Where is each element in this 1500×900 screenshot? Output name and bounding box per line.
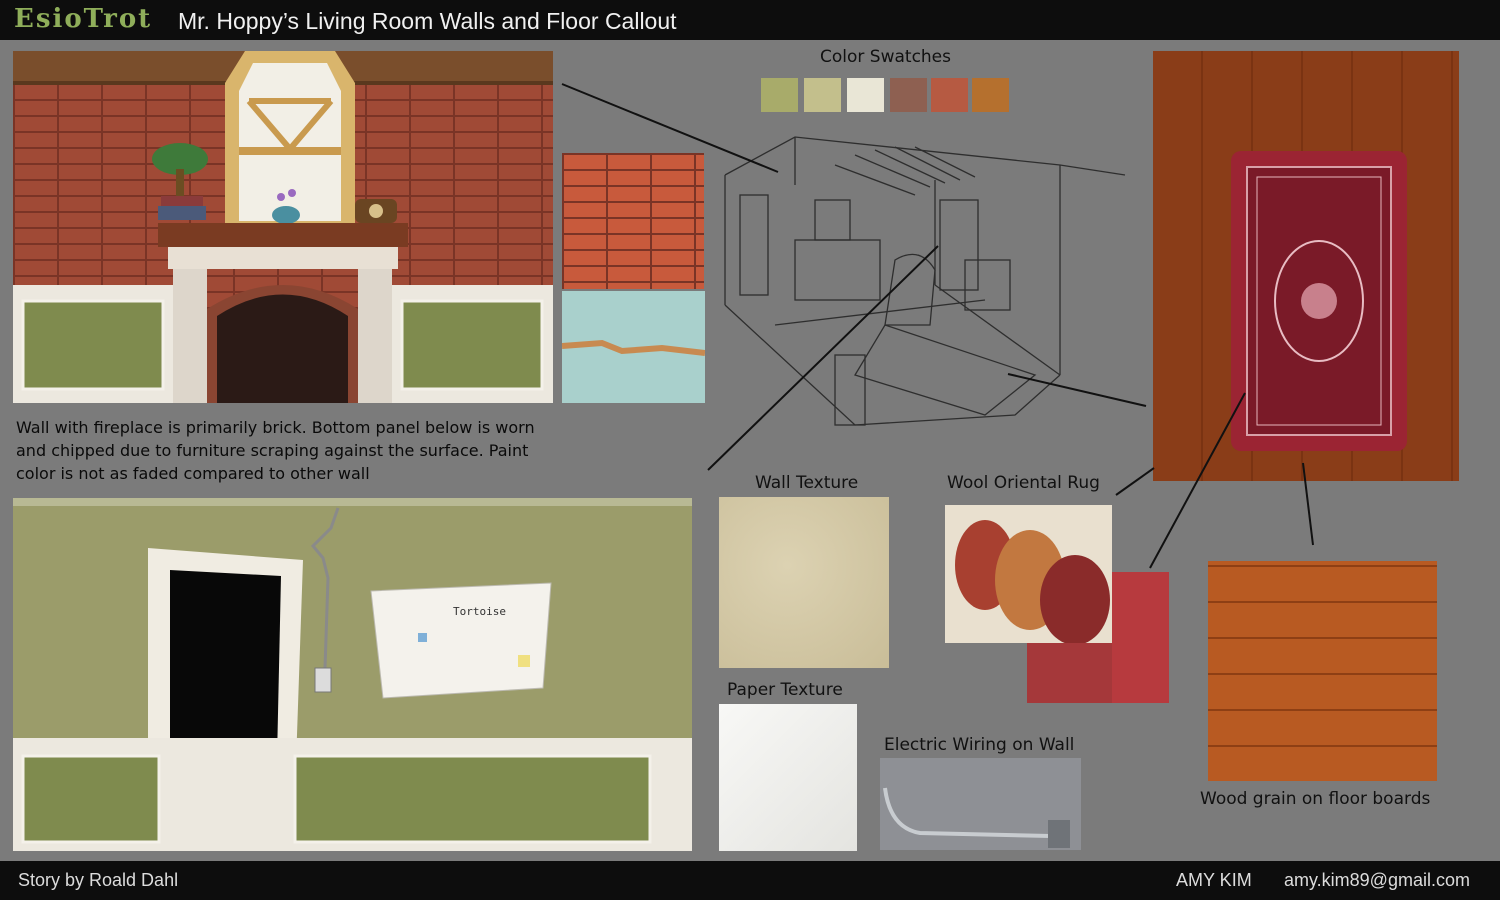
red-rug-swatch: [1112, 572, 1169, 703]
color-swatch-4: [890, 78, 927, 112]
wool-rug-label: Wool Oriental Rug: [947, 473, 1100, 493]
tortoise-note-text: Tortoise: [453, 605, 506, 618]
wall-texture-swatch: [719, 497, 889, 668]
page-title: Mr. Hoppy’s Living Room Walls and Floor …: [178, 8, 677, 34]
electric-wiring-label: Electric Wiring on Wall: [884, 735, 1075, 755]
paper-texture-label: Paper Texture: [727, 680, 843, 700]
wood-grain-label: Wood grain on floor boards: [1200, 789, 1431, 809]
color-swatch-2: [804, 78, 841, 112]
color-swatch-5: [931, 78, 968, 112]
header-bar: EsioTrot Mr. Hoppy’s Living Room Walls a…: [0, 0, 1500, 40]
logo: EsioTrot: [14, 4, 153, 34]
rug-detail-swatch: [1027, 643, 1112, 703]
artist-name: AMY KIM: [1176, 870, 1252, 890]
color-swatches-label: Color Swatches: [820, 47, 952, 67]
fireplace-illustration: [13, 51, 553, 403]
room-sketch: [724, 136, 1126, 426]
artist-email[interactable]: amy.kim89@gmail.com: [1284, 870, 1470, 891]
color-swatch-1: [761, 78, 798, 112]
rug-floor-render: [1153, 51, 1459, 481]
brick-texture-swatch: [562, 153, 704, 289]
color-swatch-6: [972, 78, 1009, 112]
story-credit: Story by Roald Dahl: [18, 870, 179, 890]
electric-wiring-photo: [880, 758, 1081, 850]
fireplace-wall-render: [13, 51, 553, 403]
door-wall-render: Tortoise: [13, 498, 692, 851]
wood-grain-swatch: [1208, 561, 1437, 781]
fireplace-wall-caption: Wall with fireplace is primarily brick. …: [16, 418, 535, 483]
peeling-paint-texture: [562, 291, 705, 403]
wall-texture-label: Wall Texture: [755, 473, 859, 493]
color-swatch-3: [847, 78, 884, 112]
footer-bar: Story by Roald Dahl AMY KIM amy.kim89@gm…: [0, 861, 1500, 900]
paper-texture-swatch: [719, 704, 857, 851]
wool-rug-photo: [945, 505, 1112, 643]
